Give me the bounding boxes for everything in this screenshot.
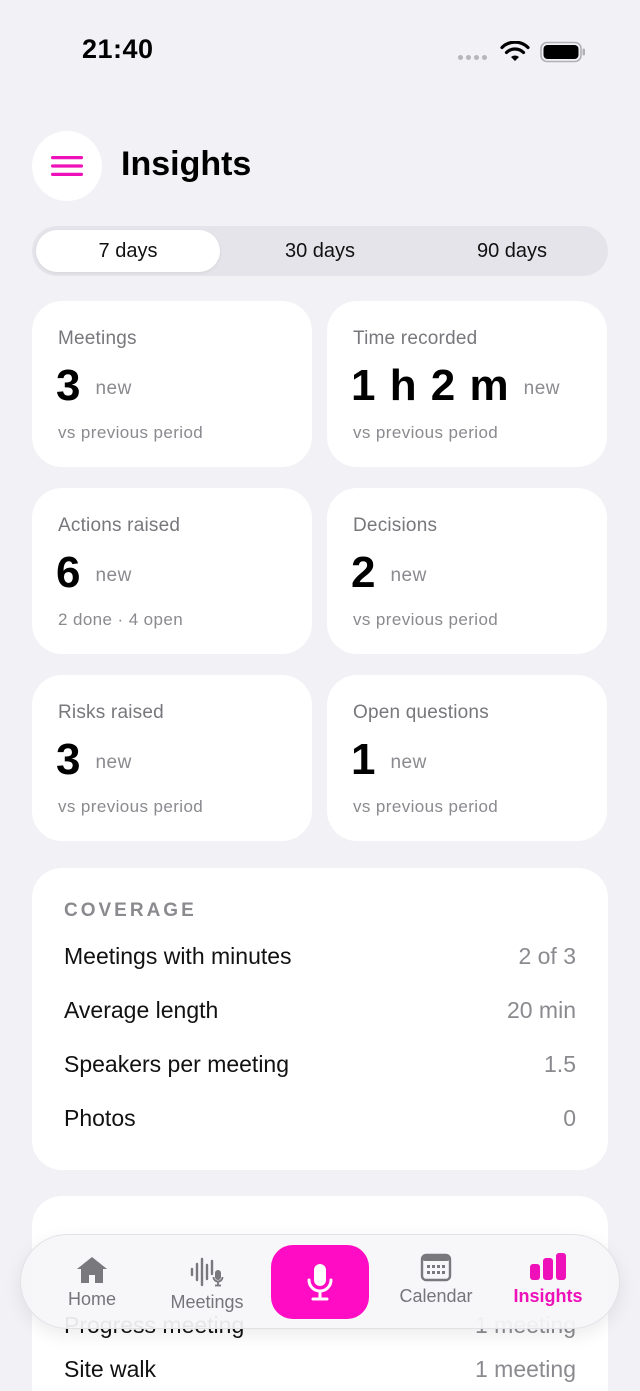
coverage-row-value: 2 of 3 — [518, 943, 576, 969]
stat-label: Decisions — [353, 515, 438, 536]
coverage-row: Meetings with minutes 2 of 3 — [64, 943, 576, 973]
stat-value: 6 — [56, 548, 82, 597]
stat-card-risks-raised[interactable]: Risks raised 3 new vs previous period — [32, 675, 312, 841]
wifi-icon — [500, 41, 530, 61]
stat-card-time-recorded[interactable]: Time recorded 1 h 2 m new vs previous per… — [327, 301, 607, 467]
tab-bar: Home Meetings Calendar Insights — [20, 1234, 620, 1329]
hamburger-menu-icon — [51, 156, 83, 176]
stat-subtitle: vs previous period — [353, 610, 499, 629]
stat-card-open-questions[interactable]: Open questions 1 new vs previous period — [327, 675, 607, 841]
stat-subtitle: vs previous period — [353, 423, 499, 442]
stat-value: 3 — [56, 361, 82, 410]
stat-card-decisions[interactable]: Decisions 2 new vs previous period — [327, 488, 607, 654]
tab-30-days[interactable]: 30 days — [228, 230, 412, 272]
stat-value: 3 — [56, 735, 82, 784]
period-segmented-control: 7 days 30 days 90 days — [32, 226, 608, 276]
stat-badge: new — [95, 565, 132, 586]
microphone-icon — [307, 1264, 333, 1301]
stat-value: 2 — [351, 548, 377, 597]
stat-value-row: 3 new — [56, 735, 132, 785]
stat-value-row: 1 h 2 m new — [351, 361, 560, 411]
stat-subtitle: vs previous period — [58, 797, 204, 816]
stat-value-row: 6 new — [56, 548, 132, 598]
tab-label: Calendar — [399, 1286, 473, 1306]
waveform-mic-icon — [190, 1257, 224, 1287]
stat-subtitle: vs previous period — [353, 797, 499, 816]
stat-label: Risks raised — [58, 702, 164, 723]
tab-meetings[interactable]: Meetings — [161, 1237, 253, 1332]
coverage-row: Speakers per meeting 1.5 — [64, 1051, 576, 1081]
stat-badge: new — [390, 752, 427, 773]
meeting-type-label: Site walk — [64, 1356, 157, 1382]
coverage-row: Photos 0 — [64, 1105, 576, 1135]
stat-badge: new — [95, 752, 132, 773]
tab-label: Meetings — [170, 1292, 244, 1312]
coverage-row-label: Photos — [64, 1105, 136, 1131]
record-button[interactable] — [271, 1245, 369, 1319]
stat-label: Open questions — [353, 702, 489, 723]
cellular-signal-icon — [458, 55, 487, 60]
coverage-row-label: Meetings with minutes — [64, 943, 292, 969]
coverage-card: COVERAGE Meetings with minutes 2 of 3 Av… — [32, 868, 608, 1170]
status-time: 21:40 — [82, 34, 154, 64]
bar-chart-icon — [530, 1253, 566, 1280]
menu-button[interactable] — [32, 131, 102, 201]
stat-label: Time recorded — [353, 328, 478, 349]
tab-label: Insights — [513, 1286, 583, 1306]
battery-icon — [540, 41, 585, 63]
stat-card-meetings[interactable]: Meetings 3 new vs previous period — [32, 301, 312, 467]
coverage-row: Average length 20 min — [64, 997, 576, 1027]
tab-7-days[interactable]: 7 days — [36, 230, 220, 272]
coverage-row-value: 20 min — [506, 997, 576, 1023]
stat-subtitle: vs previous period — [58, 423, 204, 442]
home-icon — [77, 1257, 107, 1283]
stat-label: Actions raised — [58, 515, 181, 536]
stat-value-row: 2 new — [351, 548, 427, 598]
stat-value: 1 h 2 m — [351, 361, 510, 410]
coverage-heading: COVERAGE — [64, 900, 197, 921]
coverage-row-label: Speakers per meeting — [64, 1051, 290, 1077]
tab-insights[interactable]: Insights — [507, 1232, 589, 1327]
coverage-row-value: 1.5 — [544, 1051, 576, 1077]
tab-calendar[interactable]: Calendar — [391, 1232, 481, 1327]
stat-badge: new — [95, 378, 132, 399]
status-bar: 21:40 — [0, 0, 640, 100]
calendar-icon — [420, 1253, 452, 1282]
coverage-row-label: Average length — [64, 997, 219, 1023]
tab-label: Home — [67, 1289, 116, 1309]
meeting-type-count: 1 meeting — [474, 1356, 576, 1382]
stat-card-actions-raised[interactable]: Actions raised 6 new 2 done · 4 open — [32, 488, 312, 654]
page-title: Insights — [121, 145, 252, 183]
tab-90-days[interactable]: 90 days — [420, 230, 604, 272]
stat-subtitle: 2 done · 4 open — [58, 610, 184, 629]
coverage-row-value: 0 — [563, 1105, 576, 1131]
stat-label: Meetings — [58, 328, 137, 349]
stat-badge: new — [523, 378, 560, 399]
tab-home[interactable]: Home — [51, 1235, 133, 1330]
stat-value-row: 3 new — [56, 361, 132, 411]
stat-value-row: 1 new — [351, 735, 427, 785]
stat-badge: new — [390, 565, 427, 586]
insights-screen: 21:40 Insights 7 days 30 days 90 days Me… — [0, 0, 640, 1391]
stat-value: 1 — [351, 735, 377, 784]
